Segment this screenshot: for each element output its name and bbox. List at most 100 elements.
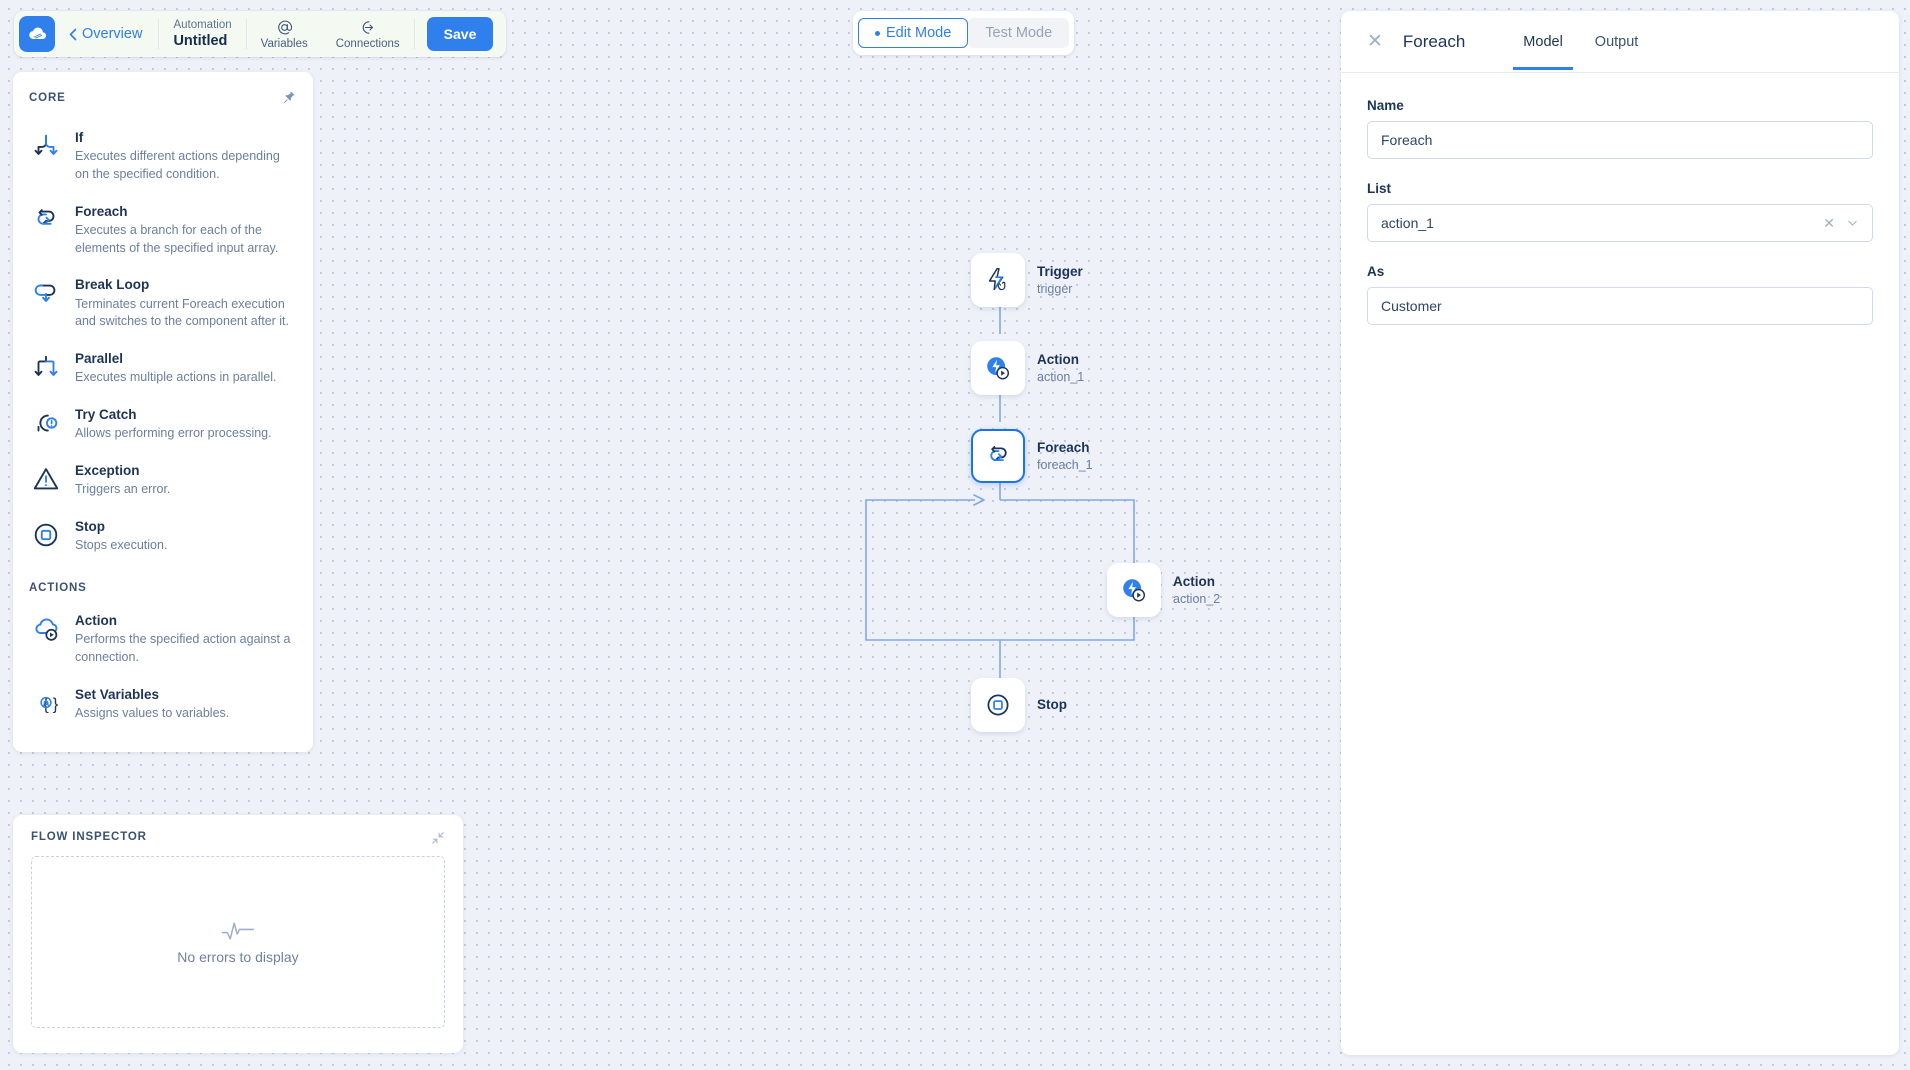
palette-item-exception[interactable]: Exception Triggers an error. bbox=[29, 452, 297, 508]
trigger-node-labels: Trigger trigger bbox=[1037, 263, 1083, 297]
foreach-node-box[interactable] bbox=[971, 429, 1025, 483]
active-mode-dot-icon bbox=[875, 30, 880, 36]
automation-title-block[interactable]: Automation Untitled bbox=[159, 18, 245, 51]
list-field-label: List bbox=[1367, 181, 1392, 196]
palette-item-text: Set Variables Assigns values to variables… bbox=[75, 685, 229, 723]
foreach-loop-icon bbox=[29, 203, 63, 237]
action-2-node-labels: Action action_2 bbox=[1173, 573, 1220, 607]
chevron-left-icon bbox=[69, 28, 77, 41]
edit-mode-label: Edit Mode bbox=[886, 25, 952, 41]
flow-inspector-title: FLOW INSPECTOR bbox=[31, 831, 147, 843]
palette-item-text: Action Performs the specified action agai… bbox=[75, 611, 297, 667]
trigger-node-box[interactable] bbox=[971, 253, 1025, 307]
palette-core-list: If Executes different actions depending o… bbox=[29, 119, 297, 564]
palette-item-description: Performs the specified action against a … bbox=[75, 632, 291, 664]
component-palette: CORE If Executes different actions depend… bbox=[13, 72, 313, 752]
overview-back-button[interactable]: Overview bbox=[55, 26, 158, 42]
palette-item-text: Try Catch Allows performing error process… bbox=[75, 405, 272, 443]
variables-label: Variables bbox=[260, 37, 308, 50]
tab-edit-mode[interactable]: Edit Mode bbox=[858, 18, 969, 48]
stop-node-box[interactable] bbox=[971, 678, 1025, 732]
variables-button[interactable]: Variables bbox=[247, 19, 322, 50]
cloud-logo-icon[interactable] bbox=[19, 16, 55, 52]
stop-icon bbox=[29, 518, 63, 552]
node-subtitle: foreach_1 bbox=[1037, 457, 1093, 472]
palette-item-description: Triggers an error. bbox=[75, 482, 171, 497]
node-subtitle: action_1 bbox=[1037, 369, 1085, 384]
automation-name-label: Untitled bbox=[173, 33, 228, 50]
at-sign-icon bbox=[276, 19, 293, 36]
palette-item-set-variables[interactable]: {} Set Variables Assigns values to variabl… bbox=[29, 676, 297, 732]
close-icon[interactable]: ✕ bbox=[1363, 28, 1387, 55]
connections-button[interactable]: Connections bbox=[322, 19, 414, 50]
action-1-node-box[interactable] bbox=[971, 341, 1025, 395]
name-field-label: Name bbox=[1367, 98, 1404, 113]
palette-item-name: Try Catch bbox=[75, 407, 137, 423]
chevron-down-icon[interactable] bbox=[1846, 217, 1859, 230]
collapse-diagonal-icon[interactable] bbox=[431, 831, 445, 845]
field-list: List ✕ bbox=[1367, 181, 1873, 242]
set-variables-icon: {} bbox=[29, 686, 63, 720]
stop-node-labels: Stop bbox=[1037, 696, 1067, 714]
node-title: Action bbox=[1037, 352, 1079, 368]
name-input[interactable] bbox=[1367, 121, 1873, 159]
flow-node-stop[interactable]: Stop bbox=[971, 678, 1067, 732]
palette-item-name: Stop bbox=[75, 519, 105, 535]
action-1-node-labels: Action action_1 bbox=[1037, 351, 1084, 385]
palette-item-stop[interactable]: Stop Stops execution. bbox=[29, 508, 297, 564]
node-title: Trigger bbox=[1037, 264, 1083, 280]
trigger-bolt-icon bbox=[983, 265, 1013, 295]
pin-icon[interactable] bbox=[282, 90, 297, 105]
palette-item-description: Allows performing error processing. bbox=[75, 426, 272, 441]
flow-node-foreach-1[interactable]: Foreach foreach_1 bbox=[971, 429, 1093, 483]
palette-item-text: If Executes different actions depending o… bbox=[75, 128, 297, 184]
palette-item-name: Foreach bbox=[75, 203, 128, 219]
properties-panel-header: ✕ Foreach Model Output bbox=[1341, 11, 1899, 73]
list-select-input[interactable] bbox=[1367, 204, 1873, 242]
palette-item-break-loop[interactable]: Break Loop Terminates current Foreach exe… bbox=[29, 266, 297, 340]
pulse-line-icon bbox=[221, 919, 255, 943]
palette-item-try-catch[interactable]: Try Catch Allows performing error process… bbox=[29, 396, 297, 452]
palette-actions-list: Action Performs the specified action agai… bbox=[29, 602, 297, 732]
parallel-icon bbox=[29, 350, 63, 384]
node-subtitle: action_2 bbox=[1173, 591, 1221, 606]
mode-toggle: Edit Mode Test Mode bbox=[853, 11, 1075, 55]
try-catch-icon bbox=[29, 406, 63, 440]
palette-item-foreach[interactable]: Foreach Executes a branch for each of the… bbox=[29, 193, 297, 267]
palette-item-description: Stops execution. bbox=[75, 538, 168, 553]
flow-node-action-2[interactable]: Action action_2 bbox=[1107, 563, 1220, 617]
palette-item-text: Parallel Executes multiple actions in par… bbox=[75, 349, 277, 387]
flow-inspector-panel: FLOW INSPECTOR No errors to display bbox=[13, 815, 463, 1053]
as-input[interactable] bbox=[1367, 287, 1873, 325]
foreach-node-labels: Foreach foreach_1 bbox=[1037, 439, 1093, 473]
palette-item-name: If bbox=[75, 130, 84, 145]
palette-item-if[interactable]: If Executes different actions depending o… bbox=[29, 119, 297, 193]
palette-item-description: Assigns values to variables. bbox=[75, 705, 230, 720]
break-loop-icon bbox=[29, 276, 63, 310]
save-button[interactable]: Save bbox=[426, 17, 494, 51]
palette-item-text: Break Loop Terminates current Foreach exe… bbox=[75, 275, 297, 331]
toolbar-divider-3 bbox=[413, 19, 415, 49]
flow-node-trigger[interactable]: Trigger trigger bbox=[971, 253, 1083, 307]
flow-node-action-1[interactable]: Action action_1 bbox=[971, 341, 1084, 395]
flow-inspector-empty-state: No errors to display bbox=[31, 856, 445, 1028]
tab-output[interactable]: Output bbox=[1585, 14, 1649, 69]
palette-item-description: Executes a branch for each of the elemen… bbox=[75, 222, 279, 255]
palette-item-parallel[interactable]: Parallel Executes multiple actions in par… bbox=[29, 340, 297, 396]
node-subtitle: trigger bbox=[1037, 281, 1073, 296]
palette-core-header: CORE bbox=[29, 90, 297, 105]
tab-test-mode[interactable]: Test Mode bbox=[968, 18, 1070, 48]
flow-inspector-header: FLOW INSPECTOR bbox=[31, 831, 445, 845]
clear-x-icon[interactable]: ✕ bbox=[1823, 216, 1835, 230]
top-toolbar: Overview Automation Untitled Variables C… bbox=[14, 11, 506, 57]
page-title: Foreach bbox=[1402, 31, 1466, 51]
svg-text:}: } bbox=[53, 694, 59, 713]
action-2-node-box[interactable] bbox=[1107, 563, 1161, 617]
palette-item-text: Foreach Executes a branch for each of the… bbox=[75, 202, 297, 258]
foreach-loop-icon bbox=[984, 442, 1013, 471]
node-title: Action bbox=[1173, 574, 1215, 590]
palette-item-action[interactable]: Action Performs the specified action agai… bbox=[29, 602, 297, 676]
tab-model[interactable]: Model bbox=[1513, 14, 1573, 70]
palette-core-title: CORE bbox=[29, 91, 66, 104]
node-title: Foreach bbox=[1037, 440, 1090, 456]
